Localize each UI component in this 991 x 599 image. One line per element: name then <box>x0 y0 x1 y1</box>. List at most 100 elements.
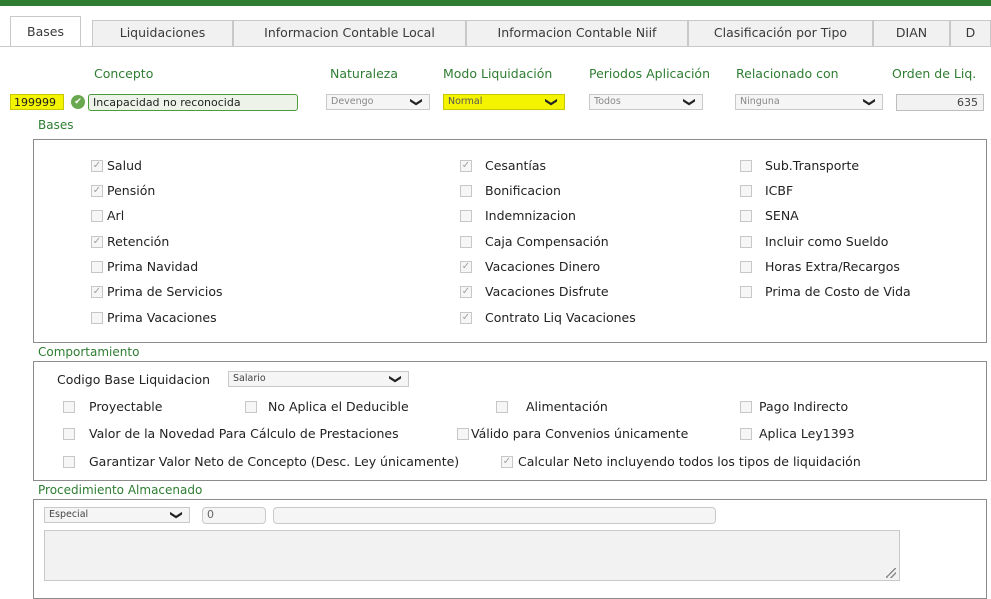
sub-transporte-label: Sub.Transporte <box>765 158 860 173</box>
relacionado-con-select[interactable]: Ninguna ❯ <box>735 94 883 110</box>
comportamiento-section-title: Comportamiento <box>38 345 140 359</box>
calcular-neto-label: Calcular Neto incluyendo todos los tipos… <box>518 454 861 469</box>
pension-label: Pensión <box>107 183 156 198</box>
chevron-down-icon: ❯ <box>682 96 697 108</box>
sena-label: SENA <box>765 208 799 223</box>
prima-navidad-checkbox[interactable] <box>91 261 103 273</box>
tab-clasificacion-por-tipo[interactable]: Clasificación por Tipo <box>688 20 873 46</box>
sub-transporte-checkbox[interactable] <box>740 160 752 172</box>
periodos-aplicacion-label: Periodos Aplicación <box>589 66 710 81</box>
tab-informacion-contable-niif[interactable]: Informacion Contable Niif <box>466 20 688 46</box>
prima-navidad-label: Prima Navidad <box>107 259 199 274</box>
garantizar-valor-neto-checkbox[interactable] <box>63 456 75 468</box>
chevron-down-icon: ❯ <box>388 373 403 385</box>
procedimiento-tipo-select[interactable]: Especial ❯ <box>44 507 190 523</box>
concept-code-field[interactable]: 199999 <box>10 94 64 110</box>
arl-label: Arl <box>107 208 125 223</box>
salud-label: Salud <box>107 158 142 173</box>
valido-convenios-label: Válido para Convenios únicamente <box>471 426 689 441</box>
retencion-label: Retención <box>107 234 170 249</box>
codigo-base-label: Codigo Base Liquidacion <box>57 372 211 387</box>
procedimiento-numero-field[interactable]: 0 <box>202 507 266 524</box>
icbf-checkbox[interactable] <box>740 185 752 197</box>
no-aplica-deducible-checkbox[interactable] <box>245 401 257 413</box>
proyectable-checkbox[interactable] <box>63 401 75 413</box>
vacaciones-disfrute-label: Vacaciones Disfrute <box>485 284 609 299</box>
relacionado-con-label: Relacionado con <box>736 66 839 81</box>
tab-more[interactable]: D <box>950 20 991 46</box>
top-accent-bar <box>0 0 991 6</box>
chevron-down-icon: ❯ <box>862 96 877 108</box>
procedimiento-section-title: Procedimiento Almacenado <box>38 483 203 497</box>
prima-servicios-label: Prima de Servicios <box>107 284 223 299</box>
vacaciones-disfrute-checkbox[interactable]: ✓ <box>460 286 472 298</box>
valor-novedad-checkbox[interactable] <box>63 428 75 440</box>
modo-liquidacion-select[interactable]: Normal ❯ <box>443 94 565 110</box>
pension-checkbox[interactable]: ✓ <box>91 185 103 197</box>
incluir-sueldo-checkbox[interactable] <box>740 236 752 248</box>
tab-dian[interactable]: DIAN <box>873 20 950 46</box>
caja-compensacion-label: Caja Compensación <box>485 234 609 249</box>
contrato-liq-vacaciones-checkbox[interactable]: ✓ <box>460 312 472 324</box>
vacaciones-dinero-checkbox[interactable]: ✓ <box>460 261 472 273</box>
indemnizacion-checkbox[interactable] <box>460 210 472 222</box>
indemnizacion-label: Indemnizacion <box>485 208 576 223</box>
icbf-label: ICBF <box>765 183 794 198</box>
chevron-down-icon: ❯ <box>169 509 184 521</box>
naturaleza-select[interactable]: Devengo ❯ <box>326 94 430 110</box>
bonificacion-label: Bonificacion <box>485 183 561 198</box>
alimentacion-label: Alimentación <box>526 399 608 414</box>
tab-divider <box>0 46 991 47</box>
bonificacion-checkbox[interactable] <box>460 185 472 197</box>
codigo-base-value: Salario <box>233 373 266 384</box>
aplica-ley-checkbox[interactable] <box>740 428 752 440</box>
caja-compensacion-checkbox[interactable] <box>460 236 472 248</box>
garantizar-valor-neto-label: Garantizar Valor Neto de Concepto (Desc.… <box>89 454 460 469</box>
modo-liquidacion-label: Modo Liquidación <box>443 66 553 81</box>
prima-vacaciones-checkbox[interactable] <box>91 312 103 324</box>
concept-name-input[interactable]: Incapacidad no reconocida <box>88 94 298 111</box>
prima-costo-vida-checkbox[interactable] <box>740 286 752 298</box>
naturaleza-value: Devengo <box>331 96 374 107</box>
cesantias-checkbox[interactable]: ✓ <box>460 160 472 172</box>
prima-vacaciones-label: Prima Vacaciones <box>107 310 217 325</box>
orden-liquidacion-label: Orden de Liq. <box>892 66 977 81</box>
orden-liquidacion-field[interactable]: 635 <box>896 94 984 111</box>
bases-section-title: Bases <box>38 118 74 132</box>
procedimiento-nombre-field[interactable] <box>273 507 716 524</box>
vacaciones-dinero-label: Vacaciones Dinero <box>485 259 601 274</box>
tab-bases[interactable]: Bases <box>10 16 81 47</box>
tab-informacion-contable-local[interactable]: Informacion Contable Local <box>233 20 466 46</box>
procedimiento-tipo-value: Especial <box>49 509 89 520</box>
modo-liquidacion-value: Normal <box>448 96 483 107</box>
resize-handle-icon[interactable] <box>886 568 896 578</box>
incluir-sueldo-label: Incluir como Sueldo <box>765 234 889 249</box>
horas-extra-checkbox[interactable] <box>740 261 752 273</box>
cesantias-label: Cesantías <box>485 158 547 173</box>
salud-checkbox[interactable]: ✓ <box>91 160 103 172</box>
arl-checkbox[interactable] <box>91 210 103 222</box>
calcular-neto-checkbox[interactable]: ✓ <box>501 456 513 468</box>
alimentacion-checkbox[interactable] <box>496 401 508 413</box>
pago-indirecto-checkbox[interactable] <box>740 401 752 413</box>
relacionado-con-value: Ninguna <box>740 96 780 107</box>
periodos-aplicacion-value: Todos <box>594 96 621 107</box>
tab-liquidaciones[interactable]: Liquidaciones <box>92 20 233 46</box>
chevron-down-icon: ❯ <box>544 96 559 108</box>
procedimiento-textarea[interactable] <box>44 530 900 581</box>
prima-servicios-checkbox[interactable]: ✓ <box>91 286 103 298</box>
horas-extra-label: Horas Extra/Recargos <box>765 259 900 274</box>
retencion-checkbox[interactable]: ✓ <box>91 236 103 248</box>
codigo-base-select[interactable]: Salario ❯ <box>228 371 409 387</box>
sena-checkbox[interactable] <box>740 210 752 222</box>
naturaleza-label: Naturaleza <box>330 66 399 81</box>
chevron-down-icon: ❯ <box>409 96 424 108</box>
valido-convenios-checkbox[interactable] <box>457 428 469 440</box>
concepto-label: Concepto <box>94 66 154 81</box>
valid-check-icon: ✔ <box>71 95 85 109</box>
valor-novedad-label: Valor de la Novedad Para Cálculo de Pres… <box>89 426 399 441</box>
tab-bar: Bases Liquidaciones Informacion Contable… <box>0 14 991 47</box>
periodos-aplicacion-select[interactable]: Todos ❯ <box>589 94 703 110</box>
no-aplica-deducible-label: No Aplica el Deducible <box>268 399 409 414</box>
pago-indirecto-label: Pago Indirecto <box>759 399 849 414</box>
